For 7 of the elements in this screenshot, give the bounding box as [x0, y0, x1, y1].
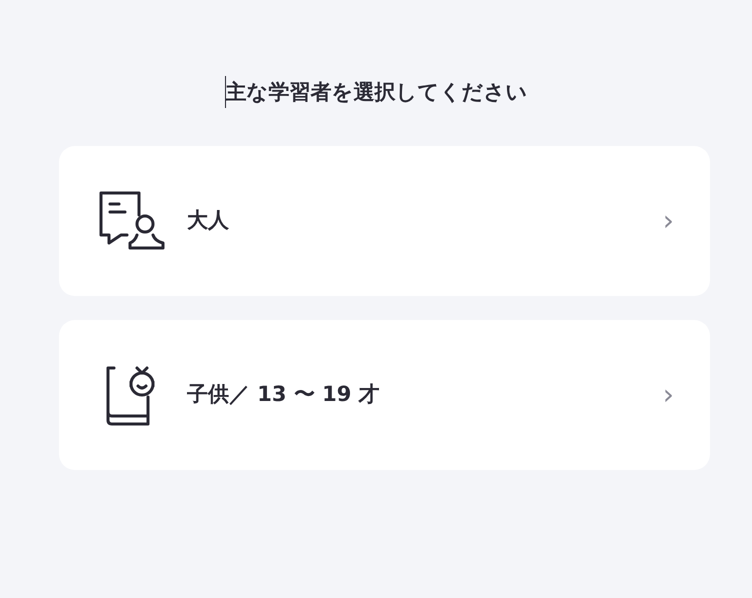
learner-option[interactable]: 子供／ 13 〜 19 才 › [59, 320, 710, 470]
chevron-icon: › [662, 207, 674, 235]
page-heading: 主な学習者を選択してください [226, 79, 528, 106]
chevron-icon: › [662, 381, 674, 409]
text-cursor [224, 76, 226, 108]
learner-option[interactable]: 大人 › [59, 146, 710, 296]
chat-person-icon [99, 191, 165, 251]
